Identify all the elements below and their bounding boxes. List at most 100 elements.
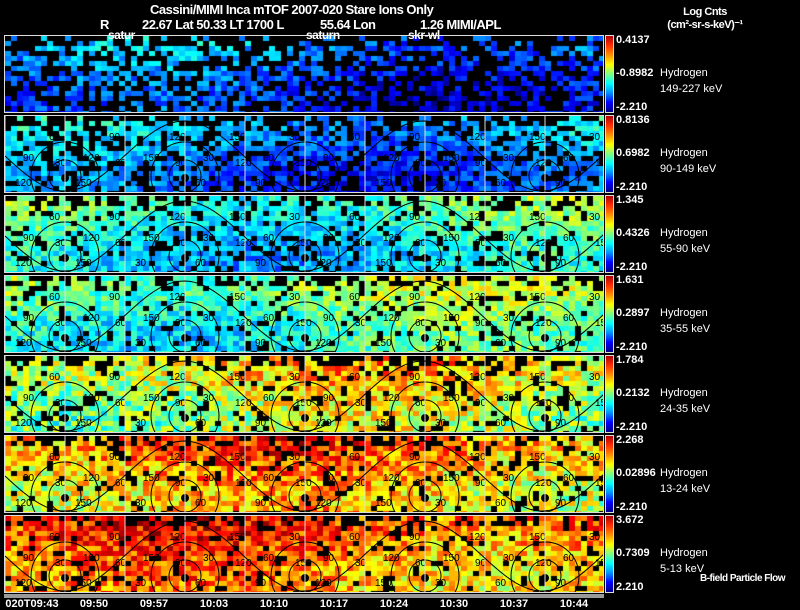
contour-label: 60 (49, 372, 61, 383)
overlay-label: satur (108, 28, 135, 42)
contour-label: 90 (255, 578, 267, 589)
contour-label: 150 (443, 233, 460, 244)
contour-label: 30 (435, 178, 447, 189)
contour-label: 90 (323, 473, 335, 484)
contour-label: 150 (295, 398, 312, 409)
species: Hydrogen (660, 67, 708, 79)
energy-range: 13-24 keV (660, 483, 711, 495)
colorbar-min: -2.210 (616, 421, 648, 433)
contour-label: 60 (49, 292, 61, 303)
contour-label: 30 (435, 418, 447, 429)
contour-label: 150 (295, 318, 312, 329)
contour-label: 150 (529, 452, 546, 463)
colorbar-max: 0.8136 (616, 114, 650, 126)
colorbar-max: 1.345 (616, 194, 644, 206)
contour-label: 90 (409, 292, 421, 303)
contour-label: 120 (535, 158, 552, 169)
colorbar (605, 275, 614, 353)
contour-label: 30 (203, 473, 215, 484)
contour-label: 60 (349, 292, 361, 303)
energy-range: 90-149 keV (660, 163, 717, 175)
contour-label: 60 (195, 418, 207, 429)
contour-label: 90 (255, 258, 267, 269)
contour-label: 60 (49, 132, 61, 143)
r-lat-lt: 22.67 Lat 50.33 LT 1700 L (142, 17, 284, 32)
contour-label: 30 (203, 233, 215, 244)
contour-label: 120 (15, 338, 32, 349)
energy-range: 35-55 keV (660, 323, 711, 335)
contour-label: 60 (495, 418, 507, 429)
species: Hydrogen (660, 387, 708, 399)
contour-label: 60 (263, 153, 275, 164)
contour-label: 60 (263, 233, 275, 244)
contour-label: 120 (235, 558, 252, 569)
contour-label: 30 (203, 393, 215, 404)
units-label: Log Cnts (cm²-sr-s-keV)⁻¹ (650, 6, 760, 32)
contour-label: 150 (143, 553, 160, 564)
contour-label: 60 (495, 338, 507, 349)
contour-label: 60 (495, 498, 507, 509)
contour-label: 90 (409, 452, 421, 463)
contour-label: 90 (23, 473, 35, 484)
contour-label: 120 (83, 393, 100, 404)
panel-label: Hydrogen 90-149 keV (660, 145, 716, 177)
contour-label: 120 (235, 158, 252, 169)
contour-label: 60 (195, 258, 207, 269)
contour-label: 150 (229, 372, 246, 383)
spectrogram-panel: 30 60 90 120 60 90 120 150 90 120 150 30 120 150 30 60 1… (4, 195, 604, 273)
time-tick-label: 10:10 (259, 598, 289, 610)
contour-label: 90 (323, 153, 335, 164)
contour-label: 150 (443, 393, 460, 404)
contour-label: 120 (169, 372, 186, 383)
time-tick-label: 10:24 (379, 598, 409, 610)
contour-label: 90 (109, 532, 121, 543)
contour-label: 150 (143, 153, 160, 164)
contour-label: 150 (375, 258, 392, 269)
species: Hydrogen (660, 307, 708, 319)
contour-label: 120 (383, 473, 400, 484)
colorbar-min: -2.210 (616, 261, 648, 273)
contour-label: 150 (295, 478, 312, 489)
contour-label: 90 (409, 212, 421, 223)
contour-label: 30 (589, 452, 601, 463)
colorbar (605, 195, 614, 273)
panel-label: Hydrogen 24-35 keV (660, 385, 710, 417)
time-tick-label: 09:50 (79, 598, 109, 610)
contour-label: 120 (15, 418, 32, 429)
colorbar-min: -2.210 (616, 101, 648, 113)
contour-label: 150 (143, 313, 160, 324)
energy-range: 55-90 keV (660, 243, 711, 255)
contour-label: 30 (203, 153, 215, 164)
contour-label: 90 (409, 372, 421, 383)
contour-label: 150 (595, 318, 604, 329)
panel-label: Hydrogen 13-24 keV (660, 465, 710, 497)
contour-label: 120 (235, 398, 252, 409)
colorbar-max: 3.672 (616, 514, 644, 526)
contour-label: 30 (589, 372, 601, 383)
species: Hydrogen (660, 147, 708, 159)
units-line2: (cm²-sr-s-keV)⁻¹ (667, 19, 743, 31)
contour-label: 120 (83, 553, 100, 564)
contour-label: 90 (23, 313, 35, 324)
contour-label: 120 (469, 212, 486, 223)
contour-label: 150 (443, 553, 460, 564)
contour-label: 120 (169, 292, 186, 303)
contour-label: 150 (229, 532, 246, 543)
contour-label: 120 (383, 393, 400, 404)
contour-label: 120 (15, 178, 32, 189)
contour-label: 30 (135, 258, 147, 269)
contour-label: 60 (495, 258, 507, 269)
contour-label: 120 (169, 532, 186, 543)
contour-label: 120 (83, 153, 100, 164)
contour-label: 90 (23, 233, 35, 244)
contour-label: 120 (235, 238, 252, 249)
contour-label: 120 (535, 558, 552, 569)
contour-label: 150 (595, 238, 604, 249)
contour-label: 90 (323, 313, 335, 324)
colorbar-mid: -0.8982 (616, 67, 654, 79)
contour-label: 150 (375, 338, 392, 349)
contour-label: 30 (289, 212, 301, 223)
contour-label: 150 (529, 132, 546, 143)
contour-label: 30 (589, 132, 601, 143)
contour-label: 30 (289, 372, 301, 383)
